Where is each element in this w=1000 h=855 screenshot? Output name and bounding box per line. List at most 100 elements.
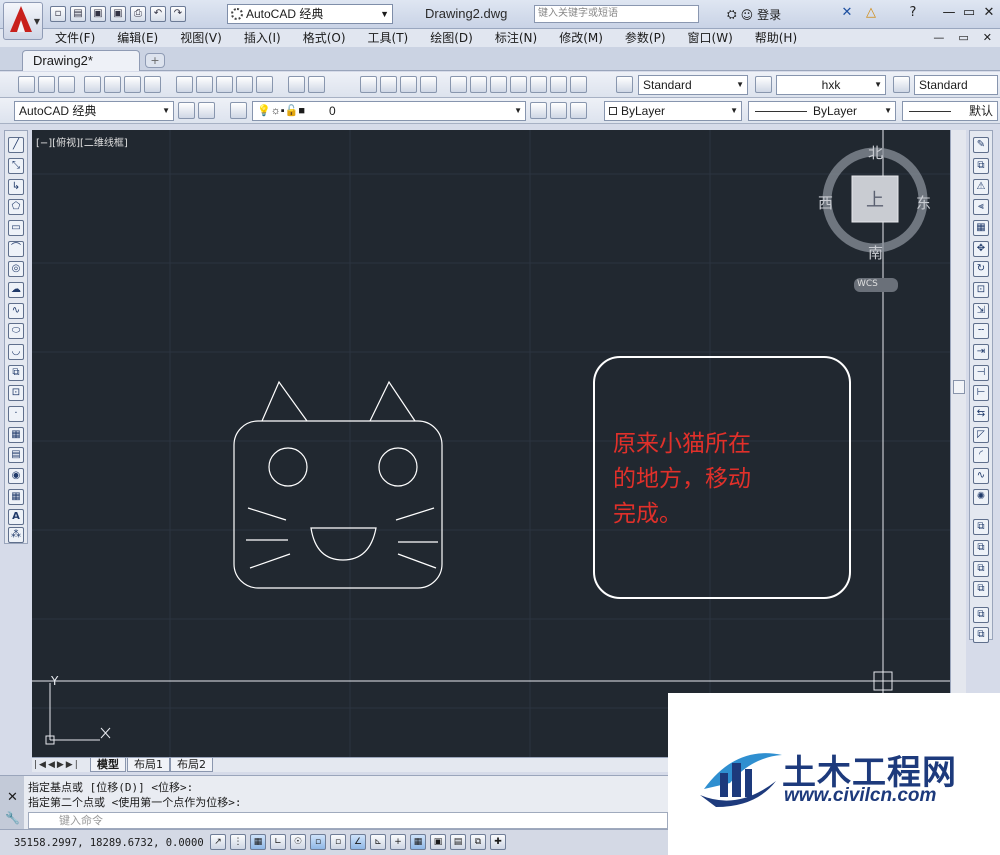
menu-parametric[interactable]: 参数(P) [625,29,666,47]
menu-tools[interactable]: 工具(T) [368,29,409,47]
doc-minimize-button[interactable]: — [933,29,944,47]
layer-states-icon[interactable] [570,102,587,119]
mirror-icon[interactable]: ⚠ [973,179,989,195]
match-properties-icon[interactable] [236,76,253,93]
copy-object-icon[interactable]: ⧉ [973,158,989,174]
vertical-scrollbar[interactable] [950,130,966,770]
dim-style-select[interactable]: hxk ▼ [776,75,886,95]
paste-icon[interactable] [216,76,233,93]
hatch-icon[interactable]: ▦ [8,427,24,443]
menu-help[interactable]: 帮助(H) [755,29,797,47]
scrollbar-thumb[interactable] [953,380,965,394]
circle-icon[interactable]: ◎ [8,261,24,277]
table-style-icon[interactable] [893,76,910,93]
hatch-to-back-icon[interactable]: ⧉ [973,627,989,643]
text-style-icon[interactable] [616,76,633,93]
pan-icon[interactable] [360,76,377,93]
viewcube-top-face[interactable]: 上 [866,186,884,212]
command-input[interactable]: 键入命令 [28,812,668,829]
new-file-icon[interactable]: ▫ [50,6,66,22]
infer-constraints-icon[interactable]: ↗ [210,834,226,850]
menu-modify[interactable]: 修改(M) [559,29,603,47]
command-line-handle[interactable]: ✕ 🔧 [0,776,24,830]
lineweight-icon[interactable]: ▦ [410,834,426,850]
menu-view[interactable]: 视图(V) [180,29,222,47]
help-icon[interactable] [570,76,587,93]
zoom-previous-icon[interactable] [420,76,437,93]
search-input[interactable]: 键入关键字或短语 [534,5,699,23]
preview-icon[interactable] [104,76,121,93]
zoom-window-icon[interactable] [400,76,417,93]
calculator-icon[interactable] [550,76,567,93]
rotate-icon[interactable]: ↻ [973,261,989,277]
polar-tracking-icon[interactable]: ☉ [290,834,306,850]
gradient-icon[interactable]: ▤ [8,447,24,463]
undo-icon[interactable]: ↶ [150,6,166,22]
tab-layout2[interactable]: 布局2 [170,758,213,772]
ellipse-icon[interactable]: ⬭ [8,323,24,339]
viewcube-east[interactable]: 东 [916,192,931,213]
sheet-set-icon[interactable] [510,76,527,93]
redo-icon[interactable] [308,76,325,93]
application-menu-button[interactable]: ▼ [3,2,43,40]
minimize-button[interactable]: — [938,4,960,22]
copy-icon[interactable] [196,76,213,93]
trim-icon[interactable]: ╌ [973,323,989,339]
point-icon[interactable]: · [8,406,24,422]
new-tab-button[interactable]: + [145,53,165,68]
new-icon[interactable] [18,76,35,93]
break-icon[interactable]: ⊢ [973,385,989,401]
drawing-viewport[interactable]: [−][俯视][二维线框] Y 北 南 东 西 上 WCS 原来小猫所在 的地方… [32,130,950,758]
help-button[interactable]: ? [902,4,924,22]
plot-icon[interactable] [84,76,101,93]
blend-curves-icon[interactable]: ∿ [973,468,989,484]
grid-display-icon[interactable]: ▦ [250,834,266,850]
menu-draw[interactable]: 绘图(D) [430,29,473,47]
object-snap-icon[interactable]: ▫ [310,834,326,850]
3d-print-icon[interactable] [144,76,161,93]
fillet-icon[interactable]: ◜ [973,447,989,463]
close-button[interactable]: ✕ [978,4,1000,22]
workspace-toolbar-select[interactable]: AutoCAD 经典 ▼ [14,101,174,121]
dynamic-input-icon[interactable]: + [390,834,406,850]
tab-drawing2[interactable]: Drawing2* [22,50,140,71]
dim-style-icon[interactable] [755,76,772,93]
print-icon[interactable]: ⎙ [130,6,146,22]
draw-order-above-icon[interactable]: ⧉ [973,561,989,577]
exchange-icon[interactable]: ✕ [836,4,858,22]
restore-button[interactable]: ▭ [958,4,980,22]
save-icon[interactable] [58,76,75,93]
region-icon[interactable]: ◉ [8,468,24,484]
coordinates-readout[interactable]: 35158.2997, 18289.6732, 0.0000 [14,837,204,849]
warning-icon[interactable]: △ [860,4,882,22]
table-icon[interactable]: ▦ [8,489,24,505]
open-file-icon[interactable]: ▤ [70,6,86,22]
doc-restore-button[interactable]: ▭ [958,29,968,47]
color-select[interactable]: ByLayer ▼ [604,101,742,121]
properties-icon[interactable] [450,76,467,93]
3d-osnap-icon[interactable]: ▫ [330,834,346,850]
polyline-icon[interactable]: ↳ [8,179,24,195]
menu-dimension[interactable]: 标注(N) [495,29,537,47]
insert-block-icon[interactable]: ⧉ [8,365,24,381]
join-icon[interactable]: ⇆ [973,406,989,422]
layer-previous-icon[interactable] [550,102,567,119]
stretch-icon[interactable]: ⇲ [973,303,989,319]
arc-icon[interactable]: ⌒ [8,241,24,257]
layer-select[interactable]: 💡☼▪🔓■ 0 ▼ [252,101,526,121]
construction-line-icon[interactable]: ⤡ [8,158,24,174]
chamfer-icon[interactable]: ◸ [973,427,989,443]
viewcube-west[interactable]: 西 [818,192,833,213]
scale-icon[interactable]: ⊡ [973,282,989,298]
doc-close-button[interactable]: ✕ [983,29,992,47]
revision-cloud-icon[interactable]: ☁ [8,282,24,298]
block-editor-icon[interactable] [256,76,273,93]
dynamic-ucs-icon[interactable]: ⊾ [370,834,386,850]
break-at-point-icon[interactable]: ⊣ [973,365,989,381]
menu-file[interactable]: 文件(F) [55,29,95,47]
tab-model[interactable]: 模型 [90,758,126,772]
draw-order-back-icon[interactable]: ⧉ [973,540,989,556]
redo-icon[interactable]: ↷ [170,6,186,22]
make-block-icon[interactable]: ⊡ [8,385,24,401]
workspace-settings-icon[interactable] [178,102,195,119]
